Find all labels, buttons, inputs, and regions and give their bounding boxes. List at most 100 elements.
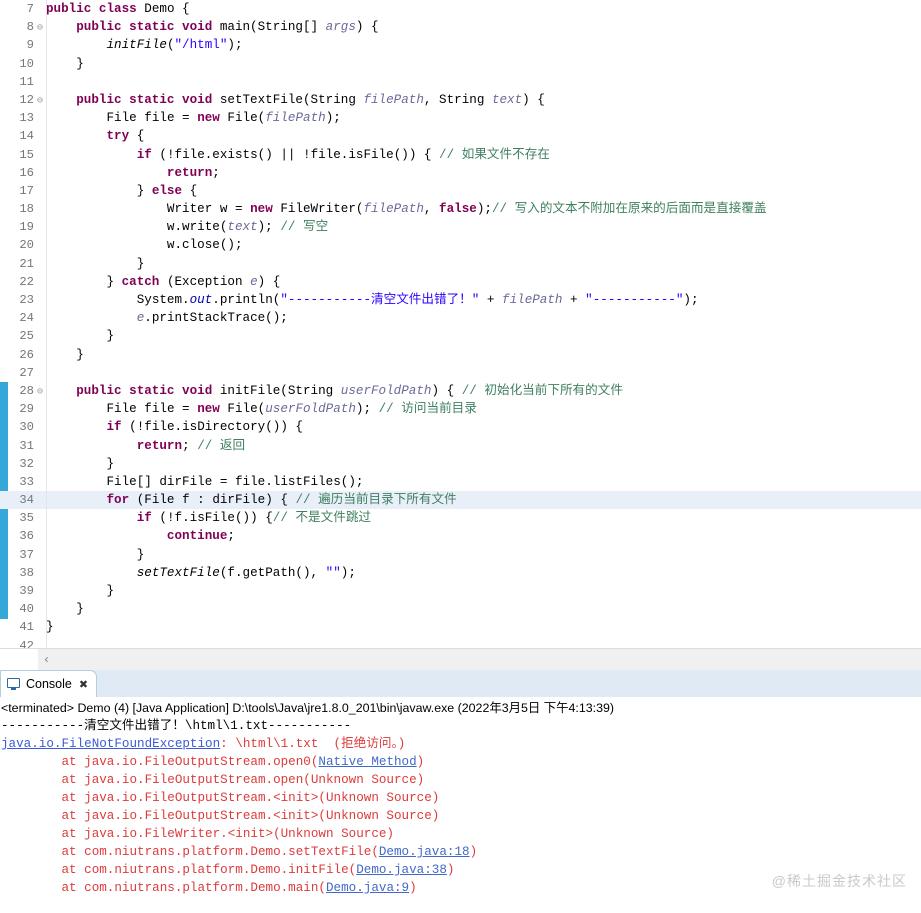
code-line-text: continue; — [166, 529, 235, 544]
console-text: at java.io.FileOutputStream.<init>(Unkno… — [1, 791, 440, 805]
tab-bar-background — [0, 670, 921, 697]
chevron-left-icon[interactable]: ‹ — [38, 651, 55, 668]
console-line: at java.io.FileWriter.<init>(Unknown Sou… — [0, 825, 921, 843]
code-line[interactable]: 21 } — [0, 255, 921, 273]
code-line[interactable]: 26 } — [0, 346, 921, 364]
code-line[interactable]: 10 } — [0, 55, 921, 73]
watermark-label: @稀土掘金技术社区 — [771, 873, 907, 889]
code-line-text: w.write(text); // 写空 — [166, 220, 329, 235]
console-view[interactable]: Console ✖ <terminated> Demo (4) [Java Ap… — [0, 670, 921, 913]
code-line-text: return; — [166, 165, 220, 180]
console-text: at com.niutrans.platform.Demo.setTextFil… — [1, 845, 379, 859]
line-number: 27 — [19, 365, 34, 380]
tab-console[interactable]: Console ✖ — [0, 670, 98, 697]
code-line[interactable]: 17 } else { — [0, 182, 921, 200]
editor-horizontal-scrollbar[interactable]: ‹ — [0, 648, 921, 670]
code-line-text: setTextFile(f.getPath(), ""); — [136, 565, 356, 580]
code-line[interactable]: 40 } — [0, 600, 921, 618]
code-line[interactable]: 22 } catch (Exception e) { — [0, 273, 921, 291]
stack-trace-link[interactable]: java.io.FileNotFoundException — [1, 737, 220, 751]
code-line[interactable]: 16 return; — [0, 164, 921, 182]
code-line[interactable]: 24 e.printStackTrace(); — [0, 309, 921, 327]
line-number: 26 — [19, 347, 34, 362]
code-line-text: if (!file.exists() || !file.isFile()) { … — [136, 147, 550, 162]
code-line[interactable]: 29 File file = new File(userFoldPath); /… — [0, 400, 921, 418]
line-number: 36 — [19, 529, 34, 544]
code-line[interactable]: 28 ⊖ public static void initFile(String u… — [0, 382, 921, 400]
code-line[interactable]: 7 public class Demo { — [0, 0, 921, 18]
line-number: 17 — [19, 183, 34, 198]
code-text-area[interactable]: 7 public class Demo {8 ⊖ public static vo… — [0, 0, 921, 648]
line-number: 42 — [19, 638, 34, 648]
code-line-text: initFile("/html"); — [106, 38, 243, 53]
line-number: 13 — [19, 111, 34, 126]
code-line[interactable]: 25 } — [0, 327, 921, 345]
line-number: 20 — [19, 238, 34, 253]
java-editor-pane[interactable]: 7 public class Demo {8 ⊖ public static vo… — [0, 0, 921, 670]
console-text: ) — [469, 845, 478, 859]
line-number: 10 — [19, 56, 34, 71]
code-line-text: e.printStackTrace(); — [136, 311, 288, 326]
code-line[interactable]: 23 System.out.println("-----------清空文件出错… — [0, 291, 921, 309]
line-number: 9 — [26, 38, 34, 53]
fold-placeholder — [34, 639, 46, 648]
code-line[interactable]: 11 — [0, 73, 921, 91]
stack-trace-link[interactable]: Demo.java:18 — [379, 845, 470, 859]
console-text: at java.io.FileOutputStream.open(Unknown… — [1, 773, 425, 787]
code-line-text: public static void setTextFile(String fi… — [76, 92, 545, 107]
stack-trace-link[interactable]: Native Method — [318, 755, 416, 769]
code-line[interactable]: 39 } — [0, 582, 921, 600]
code-line-text: } — [46, 56, 84, 71]
code-line-text: } — [46, 347, 84, 362]
code-line[interactable]: 20 w.close(); — [0, 236, 921, 254]
code-line[interactable]: 32 } — [0, 455, 921, 473]
code-line-text: } — [46, 602, 84, 617]
line-number: 33 — [19, 474, 34, 489]
code-line[interactable]: 15 if (!file.exists() || !file.isFile())… — [0, 146, 921, 164]
code-line[interactable]: 30 if (!file.isDirectory()) { — [0, 418, 921, 436]
line-number: 15 — [19, 147, 34, 162]
code-line[interactable]: 31 return; // 返回 — [0, 437, 921, 455]
code-line[interactable]: 42 — [0, 637, 921, 648]
stack-trace-link[interactable]: Demo.java:9 — [326, 881, 409, 895]
code-line[interactable]: 33 File[] dirFile = file.listFiles(); — [0, 473, 921, 491]
code-line[interactable]: 18 Writer w = new FileWriter(filePath, f… — [0, 200, 921, 218]
code-line[interactable]: 38 setTextFile(f.getPath(), ""); — [0, 564, 921, 582]
code-line-text: } — [46, 620, 54, 635]
line-number: 28 — [19, 383, 34, 398]
code-line-text: public static void initFile(String userF… — [76, 383, 623, 398]
console-text: ) — [416, 755, 425, 769]
console-text: ) — [409, 881, 417, 895]
close-icon[interactable]: ✖ — [79, 678, 88, 691]
code-line[interactable]: 35 if (!f.isFile()) {// 不是文件跳过 — [0, 509, 921, 527]
line-number: 32 — [19, 456, 34, 471]
line-number: 8 — [26, 20, 34, 35]
console-line: at java.io.FileOutputStream.<init>(Unkno… — [0, 807, 921, 825]
code-line[interactable]: 27 — [0, 364, 921, 382]
code-line[interactable]: 12 ⊖ public static void setTextFile(Strin… — [0, 91, 921, 109]
code-line[interactable]: 34 for (File f : dirFile) { // 遍历当前目录下所有… — [0, 491, 921, 510]
line-number: 35 — [19, 511, 34, 526]
console-monitor-icon — [7, 678, 21, 690]
code-line[interactable]: 13 File file = new File(filePath); — [0, 109, 921, 127]
code-line[interactable]: 8 ⊖ public static void main(String[] args… — [0, 18, 921, 36]
code-line-text: try { — [106, 129, 145, 144]
line-number: 21 — [19, 256, 34, 271]
line-number: 24 — [19, 311, 34, 326]
code-line[interactable]: 37 } — [0, 546, 921, 564]
code-line-text: w.close(); — [166, 238, 243, 253]
line-number: 14 — [19, 129, 34, 144]
code-line[interactable]: 19 w.write(text); // 写空 — [0, 218, 921, 236]
code-line[interactable]: 41 } — [0, 618, 921, 636]
console-line: java.io.FileNotFoundException: \html\1.t… — [0, 735, 921, 753]
line-number: 7 — [26, 2, 34, 16]
stack-trace-link[interactable]: Demo.java:38 — [356, 863, 447, 877]
console-text: : \html\1.txt (拒绝访问。) — [220, 737, 406, 751]
line-number: 18 — [19, 202, 34, 217]
code-line[interactable]: 9 initFile("/html"); — [0, 36, 921, 54]
code-line-text: } — [46, 584, 115, 598]
code-line[interactable]: 36 continue; — [0, 527, 921, 545]
code-line[interactable]: 14 try { — [0, 127, 921, 145]
line-number: 37 — [19, 547, 34, 562]
line-number: 41 — [19, 620, 34, 635]
